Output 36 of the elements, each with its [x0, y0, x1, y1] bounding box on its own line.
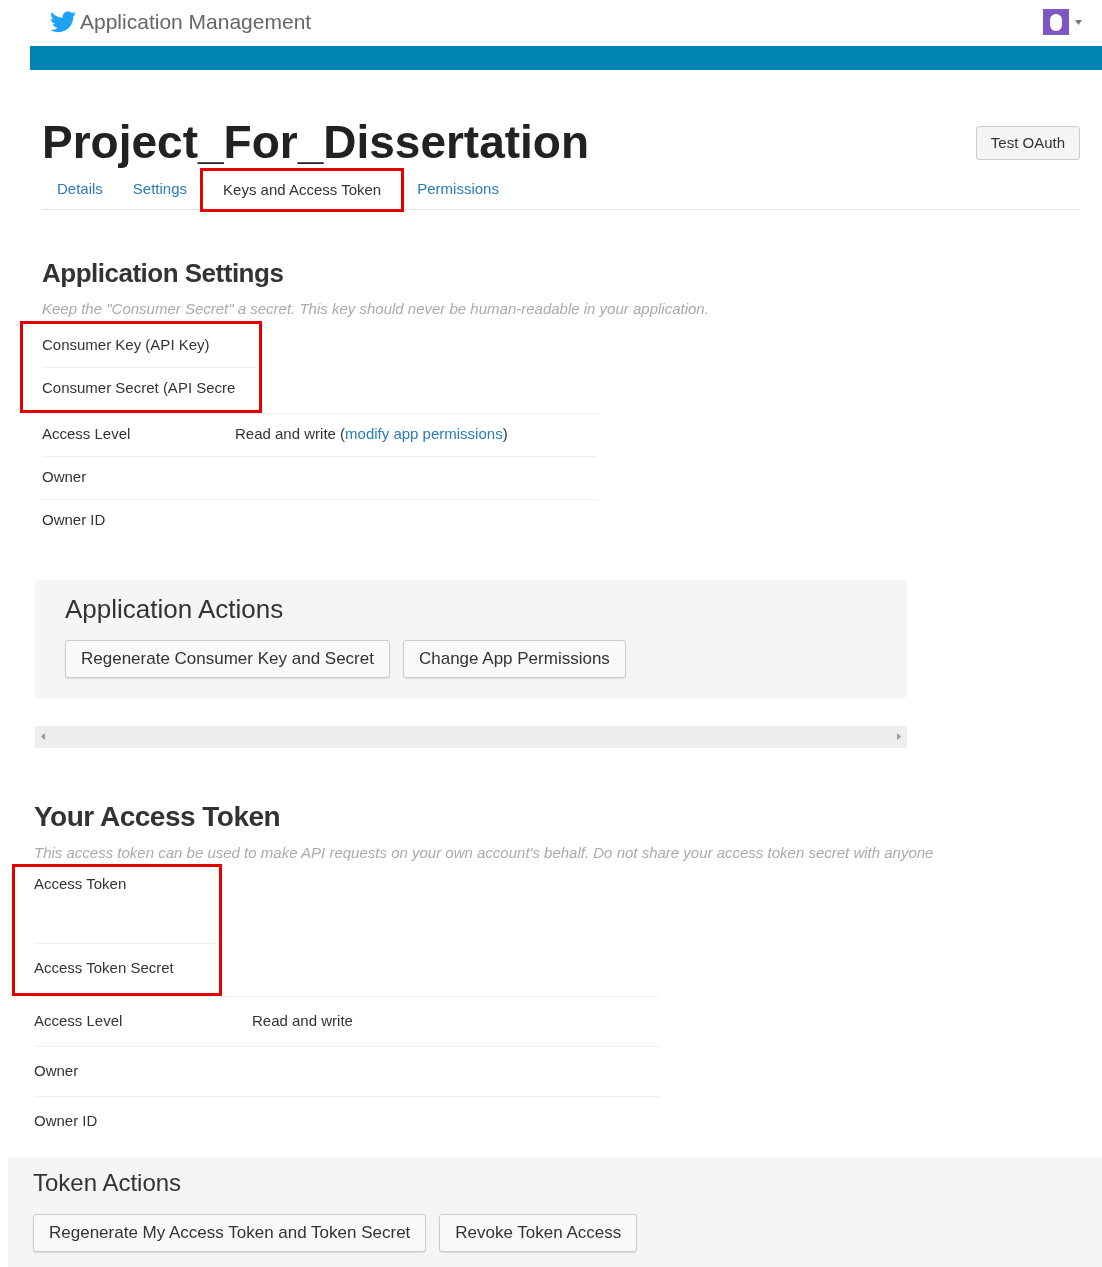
- action-button[interactable]: Regenerate Consumer Key and Secret: [65, 639, 390, 678]
- field-label: Owner ID: [34, 1111, 99, 1132]
- field-label: Owner: [34, 1061, 80, 1082]
- actions-heading: Application Actions: [65, 592, 285, 626]
- section-note: Keep the "Consumer Secret" a secret. This key should never be human-readable in your application.: [42, 299, 710, 319]
- permissions-link[interactable]: modify app permissions: [345, 425, 503, 443]
- tab[interactable]: Settings: [117, 169, 203, 209]
- bird-logo-icon: [50, 11, 76, 33]
- scroll-right-icon[interactable]: [897, 733, 901, 740]
- field-label: Owner: [42, 467, 88, 488]
- app-title: Project_For_Dissertation: [42, 115, 590, 170]
- field-label: Access Token Secret: [34, 958, 174, 979]
- section-heading: Your Access Token: [34, 799, 282, 834]
- avatar-icon[interactable]: [1043, 9, 1069, 35]
- test-oauth-button[interactable]: Test OAuth: [975, 126, 1080, 160]
- tab[interactable]: Details: [42, 169, 118, 209]
- action-button[interactable]: Change App Permissions: [402, 639, 626, 678]
- field-label: Consumer Secret (API Secre: [42, 378, 236, 399]
- section-heading: Application Settings: [42, 257, 285, 290]
- field-label: Access Token: [34, 874, 127, 894]
- horizontal-scrollbar[interactable]: [35, 725, 907, 748]
- field-label: Access Level: [42, 424, 132, 445]
- caret-icon[interactable]: [1075, 19, 1082, 25]
- field-label: Consumer Key (API Key): [42, 334, 210, 355]
- scroll-left-icon[interactable]: [41, 733, 45, 740]
- section-note: This access token can be used to make API requests on your own account's behalf. Do not share your access token secret with anyone: [34, 842, 935, 863]
- field-label: Access Level: [34, 1011, 124, 1032]
- actions-heading: Token Actions: [33, 1168, 183, 1198]
- action-button[interactable]: Revoke Token Access: [439, 1214, 638, 1252]
- action-button[interactable]: Regenerate My Access Token and Token Secret: [33, 1214, 427, 1252]
- tab[interactable]: Keys and Access Token: [202, 170, 403, 210]
- field-label: Owner ID: [42, 510, 107, 531]
- field-value: Read and write (modify app permissions): [235, 424, 508, 445]
- tab[interactable]: Permissions: [402, 169, 514, 209]
- header-title: Application Management: [80, 9, 312, 36]
- field-value: Read and write: [252, 1011, 353, 1032]
